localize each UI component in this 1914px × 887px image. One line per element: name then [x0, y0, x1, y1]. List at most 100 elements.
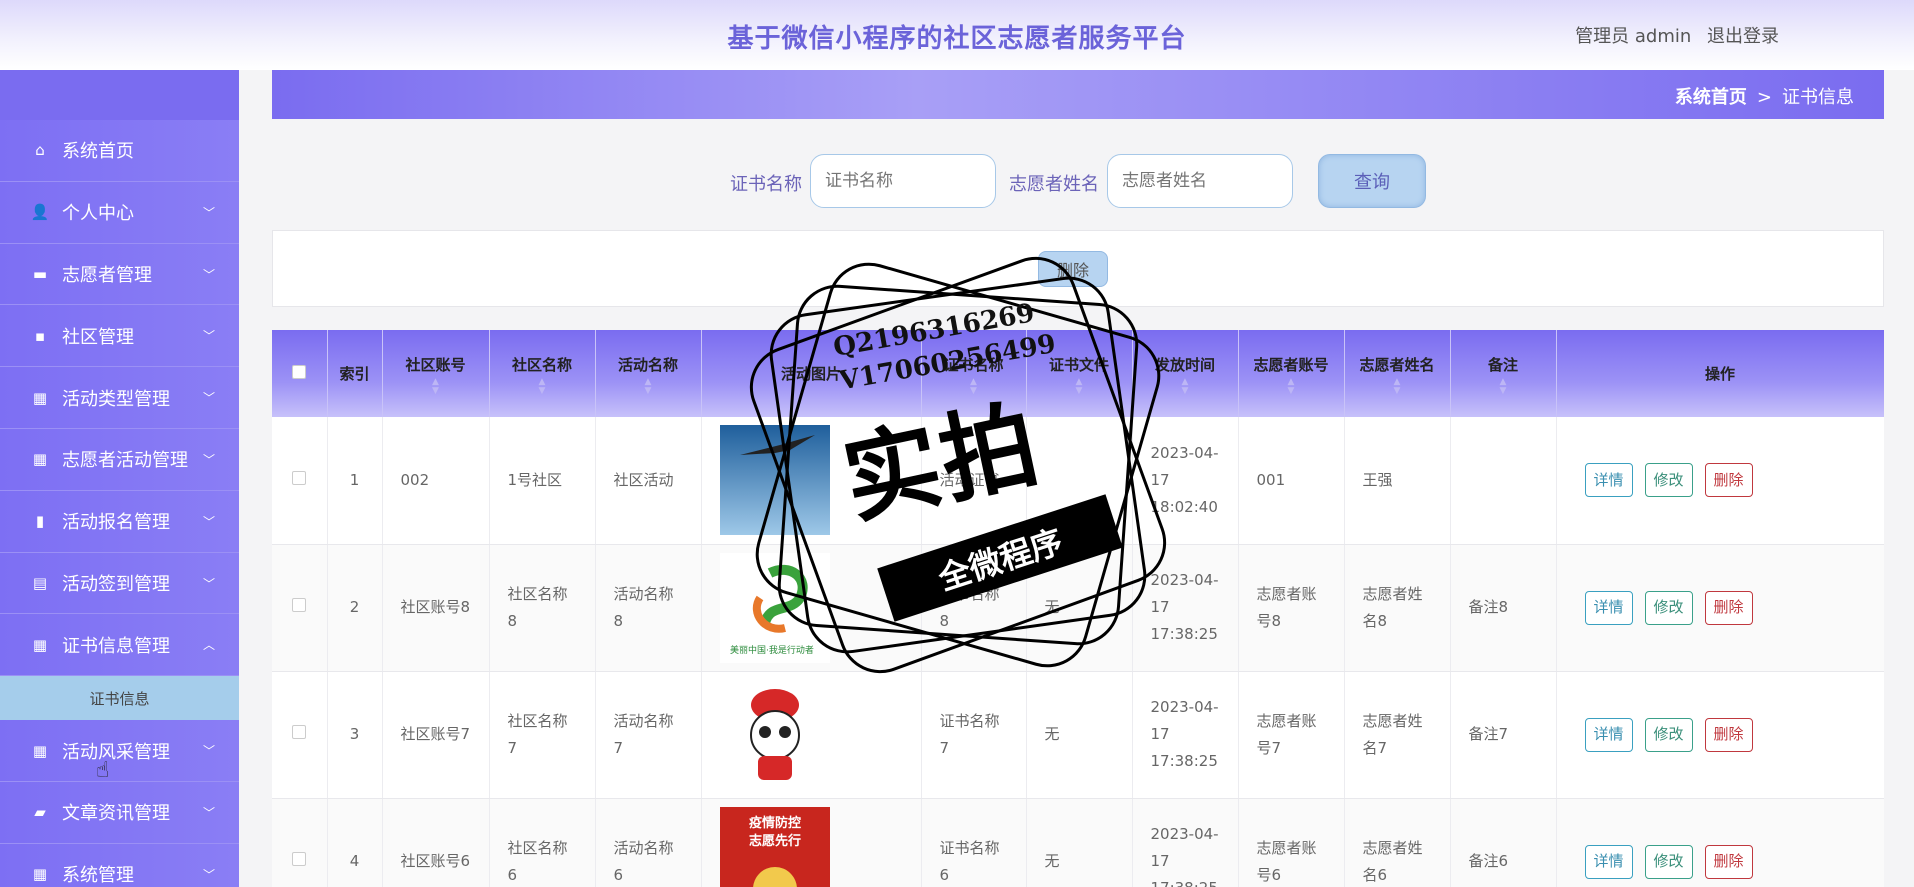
select-all-checkbox[interactable] [292, 364, 307, 379]
breadcrumb-current: 证书信息 [1782, 87, 1854, 108]
sidebar-item-5[interactable]: ▦ 志愿者活动管理 ﹀ [0, 428, 239, 491]
cell-cert: 证书名称7 [921, 671, 1027, 799]
breadcrumb-home[interactable]: 系统首页 [1675, 87, 1747, 108]
volunteer-name-label: 志愿者姓名 [1009, 174, 1099, 195]
sidebar-item-2[interactable]: ▬ 志愿者管理 ﹀ [0, 243, 239, 306]
delete-button[interactable]: 删除 [1704, 590, 1753, 625]
th-cert[interactable]: 证书名称 ▲ ▼ [921, 330, 1027, 417]
svg-text:志愿先行: 志愿先行 [748, 833, 800, 849]
breadcrumb-separator: > [1756, 87, 1772, 108]
cell-activity: 社区活动 [595, 417, 702, 545]
th-file[interactable]: 证书文件 ▲ ▼ [1026, 330, 1133, 417]
sidebar-item-1[interactable]: 👤 个人中心 ﹀ [0, 181, 239, 244]
cell-note: 备注6 [1450, 798, 1557, 887]
chevron-down-icon: ﹀ [202, 267, 215, 282]
detail-button[interactable]: 详情 [1584, 717, 1633, 752]
sort-icon: ▲ ▼ [1287, 376, 1295, 396]
th-note[interactable]: 备注 ▲ ▼ [1450, 330, 1557, 417]
sort-icon: ▲ ▼ [644, 376, 652, 396]
edit-button[interactable]: 修改 [1644, 717, 1693, 752]
cell-note [1450, 417, 1557, 545]
cell-community: 社区名称8 [489, 544, 596, 672]
sidebar-item-label: 活动签到管理 [62, 573, 170, 595]
cell-file: 无 [1026, 544, 1133, 672]
delete-button[interactable]: 删除 [1704, 463, 1753, 498]
sidebar-header [0, 70, 239, 120]
chevron-down-icon: ﹀ [202, 805, 215, 820]
th-vol-name[interactable]: 志愿者姓名 ▲ ▼ [1344, 330, 1451, 417]
th-community[interactable]: 社区名称 ▲ ▼ [489, 330, 596, 417]
cell-actions: 详情 修改 删除 [1556, 798, 1884, 887]
th-vol-account[interactable]: 志愿者账号 ▲ ▼ [1238, 330, 1345, 417]
row-checkbox[interactable] [292, 725, 307, 739]
th-image: 活动图片 [701, 330, 922, 417]
sidebar-item-label: 文章资讯管理 [62, 803, 170, 825]
row-checkbox[interactable] [292, 852, 307, 866]
sidebar-item-0[interactable]: ⌂ 系统首页 [0, 120, 239, 182]
cell-account: 社区账号7 [382, 671, 490, 799]
row-select-cell[interactable] [272, 798, 328, 887]
edit-button[interactable]: 修改 [1644, 463, 1693, 498]
sidebar-item-label: 活动报名管理 [62, 512, 170, 534]
book-icon: ▮ [35, 512, 45, 531]
sidebar-item-label: 个人中心 [62, 203, 134, 225]
cert-name-input[interactable] [810, 154, 996, 208]
cell-actions: 详情 修改 删除 [1556, 417, 1884, 545]
submenu-item-cert-info[interactable]: 证书信息 [0, 676, 239, 721]
row-checkbox[interactable] [292, 598, 307, 612]
delete-button[interactable]: 删除 [1704, 844, 1753, 879]
cell-vol-account: 志愿者账号8 [1238, 544, 1345, 672]
home-icon: ⌂ [35, 141, 45, 160]
th-activity[interactable]: 活动名称 ▲ ▼ [595, 330, 702, 417]
table-header-row: 索引 社区账号 ▲ ▼ 社区名称 ▲ ▼ 活动名称 ▲ ▼ 活动图片 证书名称 ▲ ▼ 证书文件… [272, 330, 1884, 417]
user-icon: 👤 [30, 203, 50, 222]
clipboard-icon: ▤ [32, 573, 48, 592]
sidebar-item-8[interactable]: ▦ 证书信息管理 ︿ [0, 614, 239, 677]
row-select-cell[interactable] [272, 544, 328, 672]
logout-link[interactable]: 退出登录 [1707, 26, 1779, 47]
sort-icon: ▲ ▼ [970, 376, 977, 396]
edit-button[interactable]: 修改 [1644, 844, 1693, 879]
detail-button[interactable]: 详情 [1584, 590, 1633, 625]
sidebar-item-9[interactable]: ▦ 活动风采管理 ﹀ [0, 720, 239, 782]
th-account[interactable]: 社区账号 ▲ ▼ [382, 330, 490, 417]
sidebar-item-3[interactable]: ▪ 社区管理 ﹀ [0, 305, 239, 368]
svg-text:疫情防控: 疫情防控 [748, 815, 800, 831]
th-actions: 操作 [1556, 330, 1884, 417]
delete-button[interactable]: 删除 [1704, 717, 1753, 752]
sort-icon: ▲ ▼ [1393, 376, 1401, 396]
sidebar-item-label: 社区管理 [62, 326, 134, 348]
sidebar-item-10[interactable]: ▰ 文章资讯管理 ﹀ [0, 781, 239, 844]
action-bar: 删除 [272, 230, 1884, 307]
th-time[interactable]: 发放时间 ▲ ▼ [1132, 330, 1239, 417]
panda-mascot-image [719, 679, 830, 790]
edit-button[interactable]: 修改 [1644, 590, 1693, 625]
detail-button[interactable]: 详情 [1584, 463, 1633, 498]
row-checkbox[interactable] [292, 470, 307, 485]
row-select-cell[interactable] [272, 417, 328, 545]
user-role: 管理员 admin [1575, 26, 1692, 47]
sidebar-item-4[interactable]: ▦ 活动类型管理 ﹀ [0, 367, 239, 429]
search-button[interactable]: 查询 [1318, 154, 1426, 208]
select-all-header[interactable] [272, 330, 328, 417]
batch-delete-button[interactable]: 删除 [1038, 251, 1108, 287]
cell-vol-name: 志愿者姓名8 [1344, 544, 1451, 672]
cell-actions: 详情 修改 删除 [1556, 544, 1884, 672]
table-row: 1 002 1号社区 社区活动 活动证书 2023-04-17 18:02:40… [272, 417, 1884, 545]
epidemic-poster-image: 疫情防控志愿先行 [719, 806, 830, 887]
cell-community: 社区名称6 [489, 798, 596, 887]
cell-file: 无 [1026, 671, 1133, 799]
sort-icon: ▲ ▼ [1075, 376, 1083, 396]
sidebar-item-11[interactable]: ▦ 系统管理 ﹀ [0, 843, 239, 887]
sidebar-item-label: 证书信息管理 [62, 635, 170, 657]
volunteer-name-input[interactable] [1107, 154, 1293, 208]
table-row: 4 社区账号6 社区名称6 活动名称6 疫情防控 志愿先行 证书名称6 无 202… [272, 798, 1884, 887]
sidebar-item-7[interactable]: ▤ 活动签到管理 ﹀ [0, 552, 239, 615]
sidebar-item-label: 系统首页 [62, 141, 134, 163]
cell-vol-account: 志愿者账号7 [1238, 671, 1345, 799]
chevron-down-icon: ﹀ [202, 867, 215, 882]
detail-button[interactable]: 详情 [1584, 844, 1633, 879]
cell-image [701, 417, 922, 545]
row-select-cell[interactable] [272, 671, 328, 799]
sidebar-item-6[interactable]: ▮ 活动报名管理 ﹀ [0, 490, 239, 553]
